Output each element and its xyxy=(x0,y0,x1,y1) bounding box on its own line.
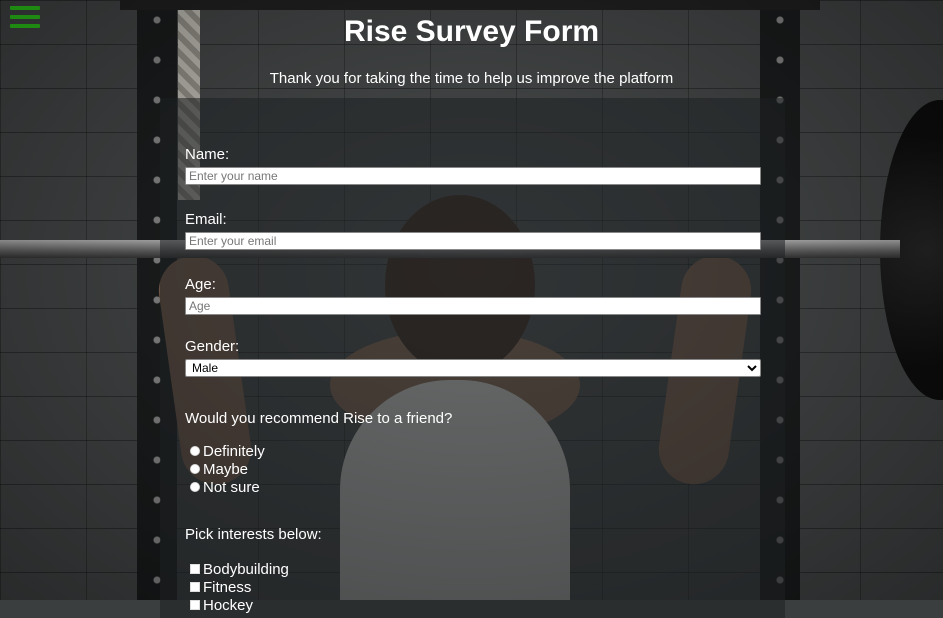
checkbox[interactable] xyxy=(190,582,200,592)
recommend-options: Definitely Maybe Not sure xyxy=(185,442,761,496)
recommend-option[interactable]: Maybe xyxy=(190,460,761,478)
page-title: Rise Survey Form xyxy=(343,15,600,48)
interest-options: Bodybuilding Fitness Hockey xyxy=(185,560,761,614)
gender-select[interactable]: Male xyxy=(185,359,761,377)
checkbox-label: Fitness xyxy=(203,578,252,596)
email-label: Email: xyxy=(185,211,227,228)
interest-option[interactable]: Hockey xyxy=(190,596,761,614)
radio-label: Maybe xyxy=(203,460,249,478)
checkbox[interactable] xyxy=(190,564,200,574)
radio-button[interactable] xyxy=(190,446,200,456)
page-subtitle: Thank you for taking the time to help us… xyxy=(269,70,674,87)
age-input[interactable] xyxy=(185,297,761,315)
name-label: Name: xyxy=(185,146,230,163)
checkbox-label: Bodybuilding xyxy=(203,560,289,578)
interest-option[interactable]: Bodybuilding xyxy=(190,560,761,578)
recommend-option[interactable]: Definitely xyxy=(190,442,761,460)
gender-label: Gender: xyxy=(185,338,240,355)
recommend-question: Would you recommend Rise to a friend? xyxy=(185,410,453,427)
interests-question: Pick interests below: xyxy=(185,526,322,543)
recommend-option[interactable]: Not sure xyxy=(190,478,761,496)
age-label: Age: xyxy=(185,276,216,293)
name-input[interactable] xyxy=(185,167,761,185)
page-header: Rise Survey Form Thank you for taking th… xyxy=(0,0,943,88)
survey-form: Name: Email: Age: Gender: Male Would you… xyxy=(185,146,761,614)
radio-label: Definitely xyxy=(203,442,265,460)
checkbox[interactable] xyxy=(190,600,200,610)
checkbox-label: Hockey xyxy=(203,596,254,614)
email-input[interactable] xyxy=(185,232,761,250)
radio-button[interactable] xyxy=(190,482,200,492)
radio-button[interactable] xyxy=(190,464,200,474)
interest-option[interactable]: Fitness xyxy=(190,578,761,596)
radio-label: Not sure xyxy=(203,478,260,496)
